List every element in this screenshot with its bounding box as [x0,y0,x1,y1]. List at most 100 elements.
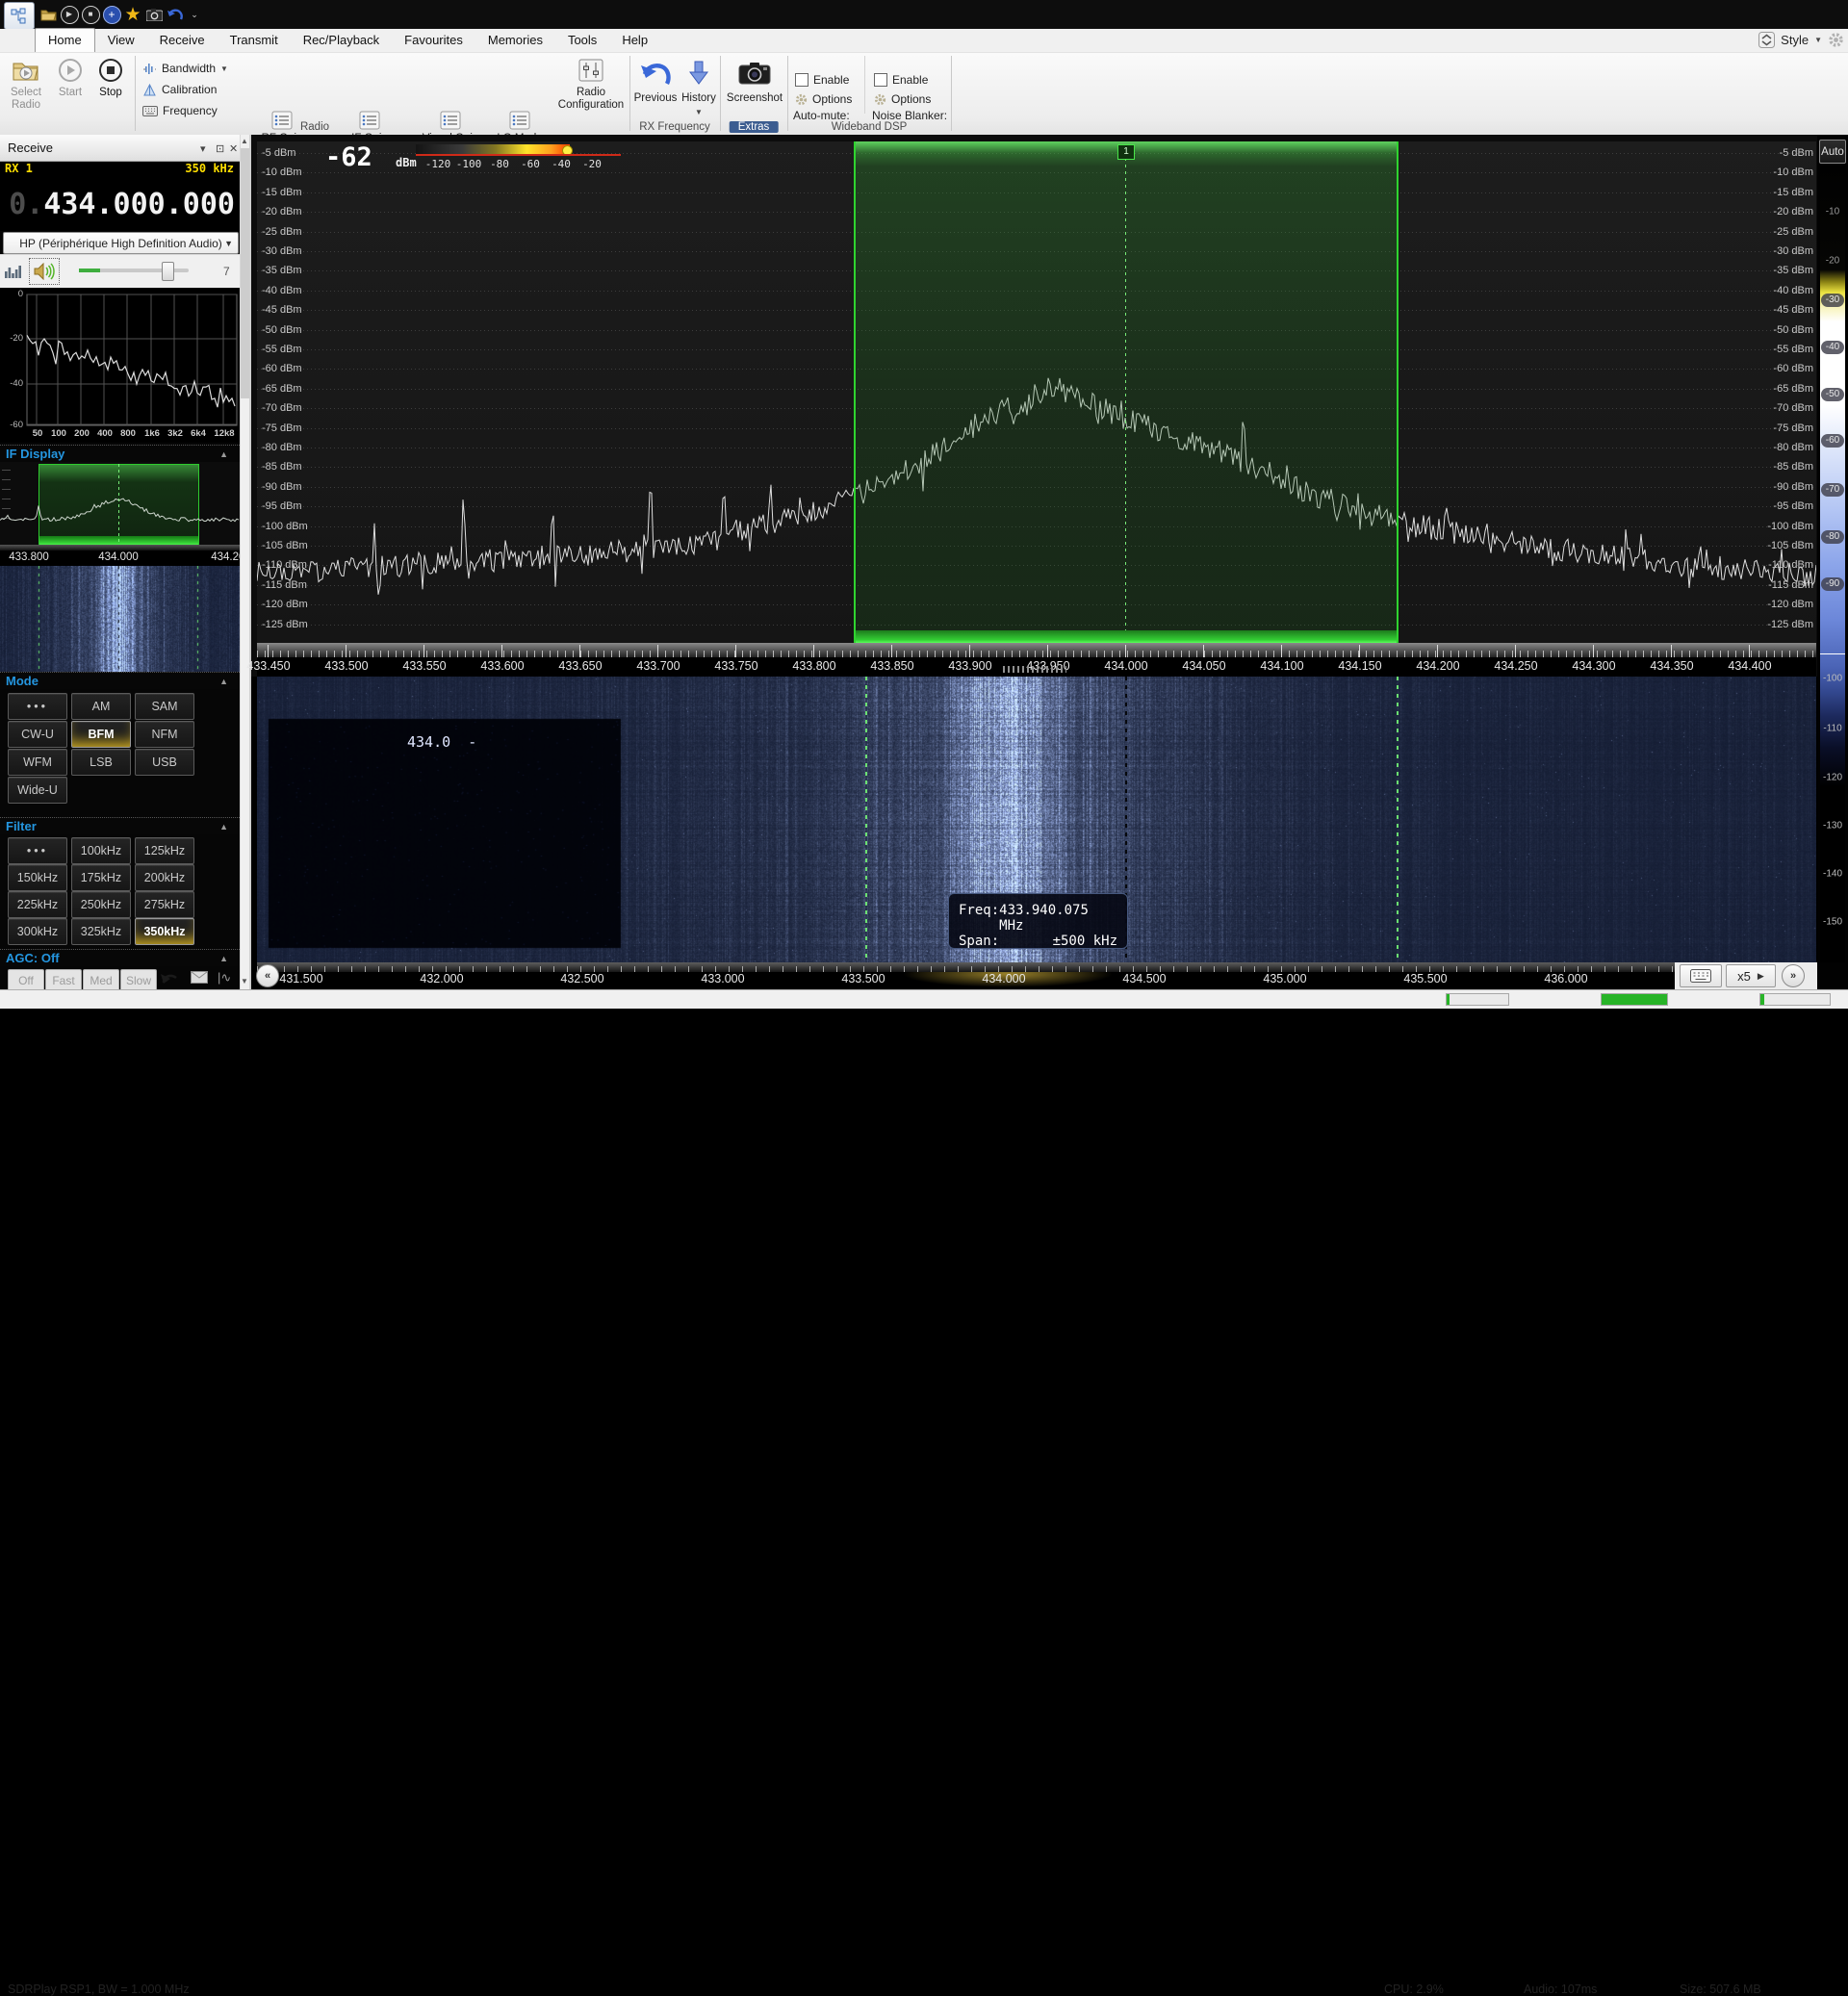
start-button[interactable]: Start [52,56,89,119]
mode-lsb[interactable]: LSB [71,749,131,776]
palette-tick: -80 [1821,530,1844,544]
frequency-button[interactable]: Frequency [142,101,218,120]
auto-mute-enable-checkbox[interactable]: Enable [795,70,849,90]
filter-175khz[interactable]: 175kHz [71,864,131,891]
audio-device-select[interactable]: HP (Périphérique High Definition Audio) … [3,232,239,254]
filter-section-header[interactable]: Filter ▲ [0,817,240,834]
palette-gradient[interactable] [1820,166,1845,962]
scrollbar-down-icon[interactable]: ▼ [240,975,249,988]
filter-325khz[interactable]: 325kHz [71,918,131,945]
stop-icon[interactable]: ■ [81,5,100,24]
favourite-star-icon[interactable]: ★ [123,5,142,24]
select-radio-button[interactable]: Select Radio [4,56,48,119]
noise-blanker-enable-checkbox[interactable]: Enable [874,70,928,90]
panel-menu-icon[interactable]: ▾ [200,142,206,155]
collapse-icon[interactable]: ▲ [219,950,228,967]
spectrum-frequency-ruler[interactable] [257,643,1816,657]
dbm-label-left: -120 dBm [262,599,308,610]
tab-memories[interactable]: Memories [475,29,555,52]
noise-blanker-options-button[interactable]: Options [874,90,931,109]
add-icon[interactable]: + [102,5,121,24]
style-caret-icon[interactable]: ▼ [1814,36,1822,44]
equalizer-icon[interactable] [5,263,22,278]
calibration-button[interactable]: Calibration [142,80,217,99]
mode-sam[interactable]: SAM [135,693,194,720]
filter-100khz[interactable]: 100kHz [71,837,131,864]
agc-mail-icon[interactable] [191,971,208,984]
style-label[interactable]: Style [1781,33,1809,47]
filter-[interactable]: ••• [8,837,67,864]
history-button[interactable]: History ▼ [680,56,718,119]
tab-home[interactable]: Home [35,28,95,52]
mode-cwu[interactable]: CW-U [8,721,67,748]
previous-button[interactable]: Previous [633,56,678,119]
open-folder-icon[interactable] [38,5,58,24]
tab-transmit[interactable]: Transmit [218,29,291,52]
rx-marker[interactable]: 1 [1117,144,1135,160]
filter-250khz[interactable]: 250kHz [71,891,131,918]
mode-nfm[interactable]: NFM [135,721,194,748]
stop-button[interactable]: Stop [92,56,129,119]
tab-view[interactable]: View [95,29,147,52]
filter-225khz[interactable]: 225kHz [8,891,67,918]
meter-tick: -60 [521,158,540,170]
tab-receive[interactable]: Receive [147,29,218,52]
tab-favourites[interactable]: Favourites [392,29,475,52]
bandwidth-button[interactable]: Bandwidth▼ [142,59,228,78]
scrollbar-up-icon[interactable]: ▲ [240,135,249,148]
quick-access-dropdown-icon[interactable]: ⌄ [185,5,204,24]
panel-scrollbar-thumb[interactable] [241,148,249,398]
mute-speaker-button[interactable] [29,258,60,285]
undo-icon[interactable] [166,5,185,24]
start-icon[interactable]: ▶ [60,5,79,24]
auto-range-button[interactable]: Auto [1819,140,1846,164]
gear-icon[interactable] [1828,32,1844,48]
mode-wideu[interactable]: Wide-U [8,777,67,804]
receive-panel-title: Receive [8,141,53,155]
screenshot-button[interactable]: Screenshot [724,56,785,119]
keyboard-entry-button[interactable] [1680,964,1722,987]
mode-usb[interactable]: USB [135,749,194,776]
ruler-drag-dots[interactable] [1003,666,1066,673]
collapse-icon[interactable]: ▲ [219,818,228,835]
agc-section-header[interactable]: AGC: Off ▲ [0,949,240,966]
mode-section-header[interactable]: Mode ▲ [0,672,240,689]
dbm-label-left: -75 dBm [262,422,302,434]
filter-125khz[interactable]: 125kHz [135,837,194,864]
collapse-icon[interactable]: ▲ [219,446,228,463]
tab-tools[interactable]: Tools [555,29,609,52]
filter-275khz[interactable]: 275kHz [135,891,194,918]
passband-selection[interactable] [854,141,1399,643]
camera-icon[interactable] [144,5,164,24]
agc-scope-icon[interactable]: |∿ [218,970,231,985]
auto-mute-options-button[interactable]: Options [795,90,852,109]
waterfall-frequency-ruler[interactable] [257,962,1675,972]
agc-undo-icon[interactable] [160,970,179,985]
scroll-right-button[interactable]: » [1782,964,1805,987]
panel-close-icon[interactable]: ✕ [229,142,238,155]
filter-300khz[interactable]: 300kHz [8,918,67,945]
tab-help[interactable]: Help [609,29,660,52]
frequency-display[interactable]: 0.434.000.000 [0,177,240,231]
scroll-left-button[interactable]: « [256,964,279,987]
collapse-ribbon-icon[interactable] [1758,32,1775,48]
collapse-icon[interactable]: ▲ [219,673,228,690]
tab-rec-playback[interactable]: Rec/Playback [291,29,392,52]
app-menu-button[interactable] [4,2,35,30]
zoom-factor-button[interactable]: x5 ▶ [1726,964,1776,987]
panel-float-icon[interactable]: ⊡ [216,142,224,155]
radio-configuration-button[interactable]: Radio Configuration [554,56,628,119]
mode-[interactable]: ••• [8,693,67,720]
mode-bfm[interactable]: BFM [71,721,131,748]
filter-150khz[interactable]: 150kHz [8,864,67,891]
tooltip-span-label: Span: [959,934,999,949]
if-display-header[interactable]: IF Display ▲ [0,445,240,462]
mode-wfm[interactable]: WFM [8,749,67,776]
spectrum-frequency-tick: 434.400 [1728,659,1771,673]
mode-am[interactable]: AM [71,693,131,720]
volume-slider[interactable] [79,269,189,272]
volume-slider-handle[interactable] [162,262,174,281]
filter-350khz[interactable]: 350kHz [135,918,194,945]
list-icon [509,111,530,130]
filter-200khz[interactable]: 200kHz [135,864,194,891]
